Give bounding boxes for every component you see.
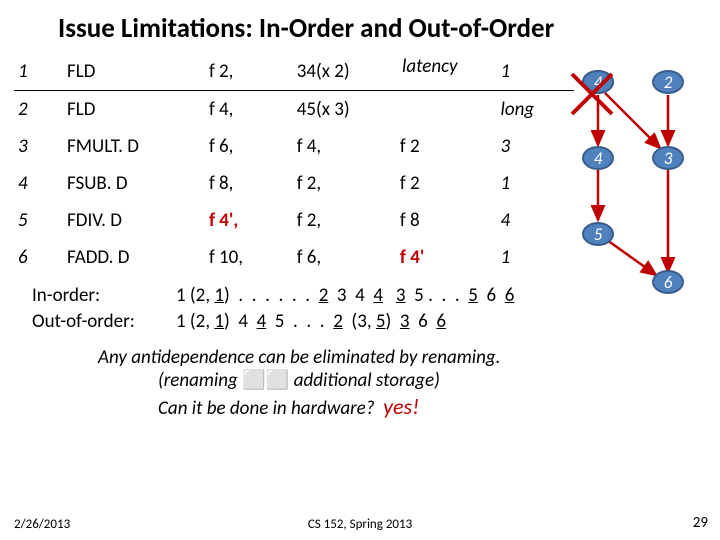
instr-src1: f 6, <box>293 239 396 276</box>
instr-dest-renamed: f 4', <box>205 202 293 239</box>
instr-dest: f 6, <box>205 128 293 165</box>
instr-src2 <box>396 91 497 129</box>
instr-op: FADD. D <box>63 239 205 276</box>
instr-src1: 45(x 3) <box>293 91 396 129</box>
bottom-text: Any antidependence can be eliminated by … <box>98 346 720 421</box>
instr-num: 6 <box>14 239 63 276</box>
instr-src1: f 2, <box>293 202 396 239</box>
instr-dest: f 10, <box>205 239 293 276</box>
instr-lat: 1 <box>497 53 574 91</box>
footer-page: 29 <box>693 514 708 532</box>
instr-op: FLD <box>63 91 205 129</box>
instruction-table: 1 FLD f 2, 34(x 2) 1 2 FLD f 4, 45(x 3) … <box>14 53 574 276</box>
table-row: 6 FADD. D f 10, f 6, f 4' 1 <box>14 239 574 276</box>
instr-num: 1 <box>14 53 63 91</box>
instr-op: FMULT. D <box>63 128 205 165</box>
instr-src2: f 2 <box>396 165 497 202</box>
cross-out-icon <box>568 70 708 320</box>
outorder-seq: 1 (2, 1) 4 4 5 . . . 2 (3, 5) 3 6 6 <box>176 310 514 334</box>
instr-num: 4 <box>14 165 63 202</box>
latency-header: latency <box>402 55 458 78</box>
instr-dest: f 4, <box>205 91 293 129</box>
table-row: 1 FLD f 2, 34(x 2) 1 <box>14 53 574 91</box>
instr-src1: 34(x 2) <box>293 53 396 91</box>
inorder-label: In-order: <box>32 284 174 308</box>
instr-src1: f 2, <box>293 165 396 202</box>
missing-glyph-icon: ⬜⬜ <box>242 369 289 392</box>
table-row: 3 FMULT. D f 6, f 4, f 2 3 <box>14 128 574 165</box>
slide-title: Issue Limitations: In-Order and Out-of-O… <box>0 0 720 53</box>
instr-num: 3 <box>14 128 63 165</box>
yes-text: yes! <box>383 393 419 420</box>
instr-src2: f 2 <box>396 128 497 165</box>
outorder-label: Out-of-order: <box>32 310 174 334</box>
order-sequences: In-order: 1 (2, 1) . . . . . . 2 3 4 4 3… <box>30 282 516 336</box>
table-row: 4 FSUB. D f 8, f 2, f 2 1 <box>14 165 574 202</box>
instr-lat: long <box>497 91 574 129</box>
footer-date: 2/26/2013 <box>14 517 70 532</box>
bottom-line2b: additional storage) <box>294 369 440 392</box>
bottom-line2a: (renaming <box>158 369 242 392</box>
table-row: 5 FDIV. D f 4', f 2, f 8 4 <box>14 202 574 239</box>
table-row: 2 FLD f 4, 45(x 3) long <box>14 91 574 129</box>
dependency-graph: 1 2 4 3 4 5 6 <box>568 70 708 320</box>
instr-src1: f 4, <box>293 128 396 165</box>
instr-src2-renamed: f 4' <box>396 239 497 276</box>
instr-lat: 1 <box>497 239 574 276</box>
bottom-line3: Can it be done in hardware? <box>158 397 375 420</box>
instr-op: FDIV. D <box>63 202 205 239</box>
instr-lat: 1 <box>497 165 574 202</box>
instr-lat: 4 <box>497 202 574 239</box>
instr-lat: 3 <box>497 128 574 165</box>
instr-src2: f 8 <box>396 202 497 239</box>
instr-op: FSUB. D <box>63 165 205 202</box>
instr-dest: f 2, <box>205 53 293 91</box>
footer-course: CS 152, Spring 2013 <box>308 517 412 532</box>
instr-num: 5 <box>14 202 63 239</box>
instr-num: 2 <box>14 91 63 129</box>
instr-op: FLD <box>63 53 205 91</box>
bottom-line1: Any antidependence can be eliminated by … <box>98 346 720 370</box>
instr-dest: f 8, <box>205 165 293 202</box>
inorder-seq: 1 (2, 1) . . . . . . 2 3 4 4 3 5 . . . 5… <box>176 284 514 308</box>
